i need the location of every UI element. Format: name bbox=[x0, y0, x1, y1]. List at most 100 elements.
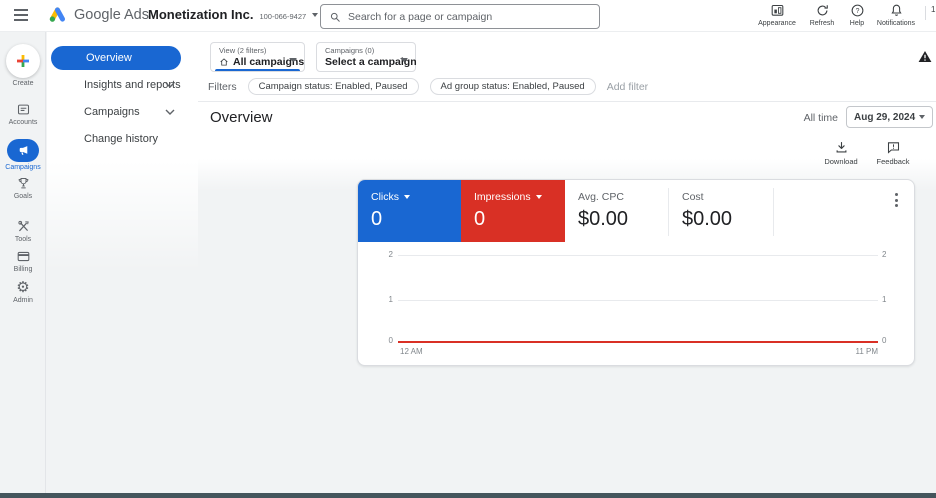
y-axis-tick: 2 bbox=[378, 250, 393, 259]
nav-item-insights[interactable]: Insights and reports bbox=[84, 79, 194, 95]
y-axis-tick: 1 bbox=[378, 295, 393, 304]
download-button[interactable]: Download bbox=[816, 140, 866, 166]
clicks-label: Clicks bbox=[371, 191, 399, 203]
chevron-down-icon bbox=[289, 58, 297, 62]
feedback-button[interactable]: Feedback bbox=[868, 140, 918, 166]
cost-value: $0.00 bbox=[682, 208, 732, 231]
appearance-icon bbox=[755, 3, 799, 18]
filter-chip-campaign-status[interactable]: Campaign status: Enabled, Paused bbox=[248, 78, 419, 95]
help-icon: ? bbox=[835, 3, 879, 18]
clipped-edge-text: 1 bbox=[931, 5, 935, 14]
rail-item-goals[interactable]: Goals bbox=[0, 176, 46, 200]
gridline bbox=[398, 255, 878, 256]
clicks-value: 0 bbox=[371, 208, 382, 231]
view-selector[interactable]: View (2 filters) All campaigns bbox=[210, 42, 305, 72]
filters-label: Filters bbox=[208, 81, 237, 93]
account-id: 100-066-9427 bbox=[259, 12, 306, 21]
kebab-menu-icon[interactable] bbox=[891, 193, 901, 209]
account-switcher[interactable]: Monetization Inc. 100-066-9427 bbox=[148, 7, 318, 22]
product-name: Google Ads bbox=[74, 7, 149, 23]
chevron-down-icon bbox=[312, 13, 318, 17]
metric-tile-clicks[interactable]: Clicks 0 bbox=[358, 180, 461, 242]
gridline bbox=[398, 300, 878, 301]
help-button[interactable]: ? Help bbox=[835, 3, 879, 27]
tools-icon bbox=[16, 219, 31, 234]
search-input[interactable] bbox=[348, 11, 591, 23]
rail-admin-label: Admin bbox=[0, 297, 46, 304]
x-axis-tick-end: 11 PM bbox=[828, 347, 878, 356]
search-icon bbox=[329, 11, 341, 23]
avg-cpc-value: $0.00 bbox=[578, 208, 628, 231]
chevron-down-icon bbox=[400, 58, 408, 62]
metric-tile-impressions[interactable]: Impressions 0 bbox=[461, 180, 565, 242]
view-selector-label: View (2 filters) bbox=[219, 46, 266, 55]
chevron-down-icon bbox=[919, 115, 925, 119]
google-ads-logo: Google Ads bbox=[46, 5, 149, 24]
chevron-down-icon[interactable] bbox=[165, 82, 175, 88]
metric-tile-avg-cpc[interactable]: Avg. CPC $0.00 bbox=[565, 180, 669, 242]
add-filter-button[interactable]: Add filter bbox=[607, 81, 648, 93]
appearance-button[interactable]: Appearance bbox=[755, 3, 799, 27]
y-axis-tick: 0 bbox=[882, 336, 897, 345]
alert-icon[interactable] bbox=[918, 50, 932, 63]
appearance-label: Appearance bbox=[755, 20, 799, 27]
chevron-down-icon bbox=[404, 195, 410, 199]
global-search[interactable] bbox=[320, 4, 600, 29]
campaign-selector-label: Campaigns (0) bbox=[325, 46, 374, 55]
rail-accounts-label: Accounts bbox=[0, 119, 46, 126]
date-range-value: Aug 29, 2024 bbox=[854, 112, 915, 123]
metric-tile-cost[interactable]: Cost $0.00 bbox=[669, 180, 773, 242]
download-icon bbox=[834, 140, 849, 155]
google-ads-logo-icon bbox=[46, 5, 68, 24]
topbar-divider bbox=[925, 6, 926, 20]
nav-item-change-history[interactable]: Change history bbox=[84, 133, 194, 149]
download-label: Download bbox=[816, 157, 866, 166]
filter-chip-adgroup-status[interactable]: Ad group status: Enabled, Paused bbox=[430, 78, 596, 95]
feedback-icon bbox=[886, 140, 901, 155]
date-range-selector[interactable]: Aug 29, 2024 bbox=[846, 106, 933, 128]
rail-item-create[interactable]: Create bbox=[0, 44, 46, 87]
help-label: Help bbox=[835, 20, 879, 27]
page-title: Overview bbox=[210, 109, 273, 126]
hamburger-menu-icon[interactable] bbox=[14, 9, 28, 21]
rail-item-admin[interactable]: ⚙ Admin bbox=[0, 281, 46, 304]
admin-gear-icon: ⚙ bbox=[0, 281, 46, 295]
campaign-selector[interactable]: Campaigns (0) Select a campaign bbox=[316, 42, 416, 72]
active-view-underline bbox=[215, 69, 300, 72]
rail-item-billing[interactable]: Billing bbox=[0, 249, 46, 273]
feedback-label: Feedback bbox=[868, 157, 918, 166]
rail-create-label: Create bbox=[0, 80, 46, 87]
nav-item-campaigns[interactable]: Campaigns bbox=[84, 106, 194, 122]
x-axis-tick-start: 12 AM bbox=[400, 347, 423, 356]
impressions-value: 0 bbox=[474, 208, 485, 231]
home-icon bbox=[219, 57, 229, 67]
chevron-down-icon bbox=[536, 195, 542, 199]
nav-item-overview[interactable]: Overview bbox=[51, 46, 181, 70]
cost-label: Cost bbox=[682, 191, 704, 203]
accounts-icon bbox=[16, 102, 31, 117]
svg-text:?: ? bbox=[855, 8, 859, 15]
chevron-down-icon[interactable] bbox=[165, 109, 175, 115]
campaigns-megaphone-icon bbox=[7, 139, 39, 162]
rail-item-tools[interactable]: Tools bbox=[0, 219, 46, 243]
top-bar: Google Ads Monetization Inc. 100-066-942… bbox=[0, 0, 936, 32]
avg-cpc-label: Avg. CPC bbox=[578, 191, 624, 203]
google-ads-app: Google Ads Monetization Inc. 100-066-942… bbox=[0, 0, 936, 498]
overview-scorecard: Clicks 0 Impressions 0 Avg. CPC $0.00 Co… bbox=[357, 179, 915, 366]
billing-card-icon bbox=[16, 249, 31, 264]
impressions-label: Impressions bbox=[474, 191, 531, 203]
rail-item-campaigns[interactable]: Campaigns bbox=[0, 139, 46, 171]
rail-billing-label: Billing bbox=[0, 266, 46, 273]
nav-overview-label: Overview bbox=[86, 52, 132, 64]
notifications-button[interactable]: Notifications bbox=[874, 3, 918, 27]
goals-trophy-icon bbox=[16, 176, 31, 191]
notifications-label: Notifications bbox=[874, 20, 918, 27]
y-axis-tick: 0 bbox=[378, 336, 393, 345]
date-range-label: All time bbox=[780, 112, 838, 124]
header-divider bbox=[198, 101, 936, 102]
rail-campaigns-label: Campaigns bbox=[0, 164, 46, 171]
rail-item-accounts[interactable]: Accounts bbox=[0, 102, 46, 126]
filters-row: Filters Campaign status: Enabled, Paused… bbox=[208, 78, 648, 95]
tile-divider bbox=[773, 188, 774, 236]
flat-zero-series-line bbox=[398, 341, 878, 343]
